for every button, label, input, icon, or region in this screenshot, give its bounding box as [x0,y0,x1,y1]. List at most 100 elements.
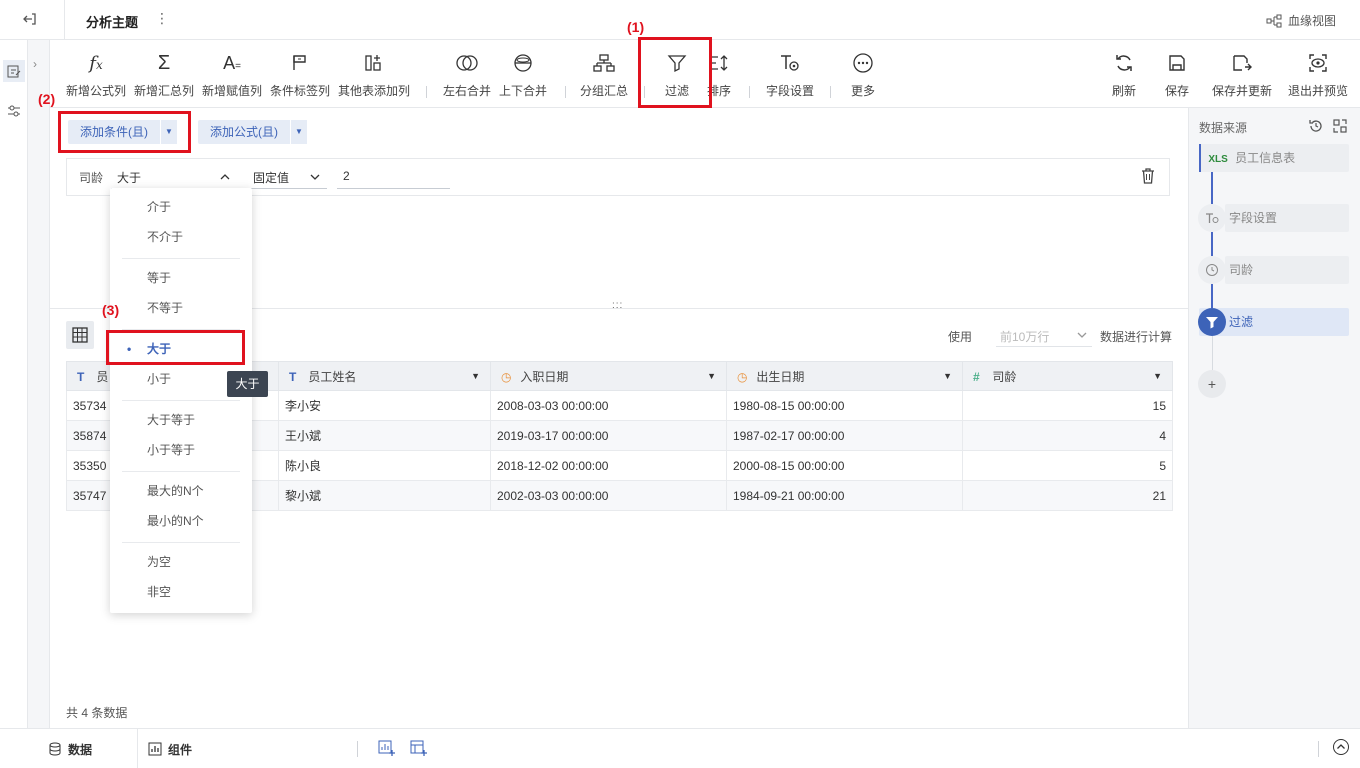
step-seniority[interactable]: 司龄 [1225,256,1349,284]
group-icon [591,50,617,76]
refresh-icon [1111,50,1137,76]
column-header[interactable]: ◷ 入职日期 ▼ [490,361,727,391]
table-cell[interactable]: 15 [962,390,1173,421]
option-not-equal[interactable]: 不等于 [110,293,252,323]
column-header[interactable]: # 司龄 ▼ [962,361,1173,391]
add-assign-column-button[interactable]: A= 新增赋值列 [202,50,262,99]
refresh-button[interactable]: 刷新 [1111,50,1137,99]
chevron-down-icon [1076,326,1088,344]
more-icon [850,50,876,76]
field-settings-button[interactable]: 字段设置 [766,50,814,99]
row-limit-select[interactable]: 前10万行 [996,323,1092,347]
annotation-box-1 [638,37,712,108]
option-between[interactable]: 介于 [110,192,252,222]
table-cell[interactable]: 王小斌 [278,420,491,451]
column-header[interactable]: ◷ 出生日期 ▼ [726,361,963,391]
date-type-icon: ◷ [737,369,748,384]
date-type-icon: ◷ [501,369,512,384]
flag-icon [287,50,313,76]
table-cell[interactable]: 1984-09-21 00:00:00 [726,480,963,511]
tooltip: 大于 [227,371,268,397]
step-source-table[interactable]: XLS 员工信息表 [1199,144,1349,172]
panel-title: 数据来源 [1199,121,1248,135]
table-cell[interactable]: 1980-08-15 00:00:00 [726,390,963,421]
merge-up-down-button[interactable]: 上下合并 [499,50,547,99]
option-not-empty[interactable]: 非空 [110,577,252,607]
annotation-label-3: (3) [102,302,120,318]
back-icon[interactable] [22,11,42,29]
option-top-n[interactable]: 最大的N个 [110,476,252,506]
column-menu-icon[interactable]: ▼ [943,371,952,381]
table-cell[interactable]: 李小安 [278,390,491,421]
table-cell[interactable]: 陈小良 [278,450,491,481]
save-update-icon [1229,50,1255,76]
collapse-strip: › [28,40,50,728]
merge-left-right-button[interactable]: 左右合并 [443,50,491,99]
table-cell[interactable]: 2008-03-03 00:00:00 [490,390,727,421]
settings-sliders-icon[interactable] [3,100,25,122]
exit-and-preview-button[interactable]: 退出并预览 [1288,50,1348,99]
save-button[interactable]: 保存 [1164,50,1190,99]
delete-condition-icon[interactable] [1141,168,1157,186]
lineage-view-button[interactable]: 血缘视图 [1266,12,1336,29]
chevron-right-icon[interactable]: › [33,57,37,71]
option-not-between[interactable]: 不介于 [110,222,252,252]
column-menu-icon[interactable]: ▼ [471,371,480,381]
chevron-up-circle-icon[interactable] [1332,738,1350,759]
table-cell[interactable]: 4 [962,420,1173,451]
option-is-empty[interactable]: 为空 [110,547,252,577]
value-input[interactable]: 2 [337,165,450,189]
column-header[interactable]: T 员工姓名 ▼ [278,361,491,391]
add-column-icon [361,50,387,76]
layout-switch-icon[interactable] [1332,118,1348,137]
add-summary-column-button[interactable]: Σ 新增汇总列 [134,50,194,99]
table-cell[interactable]: 黎小斌 [278,480,491,511]
table-cell[interactable]: 21 [962,480,1173,511]
condition-label-column-button[interactable]: 条件标签列 [270,50,330,99]
table-cell[interactable]: 2002-03-03 00:00:00 [490,480,727,511]
option-equal[interactable]: 等于 [110,263,252,293]
history-icon[interactable] [1308,118,1324,137]
exit-preview-icon [1305,50,1331,76]
table-cell[interactable]: 2000-08-15 00:00:00 [726,450,963,481]
option-greater-equal[interactable]: 大于等于 [110,405,252,435]
edit-data-icon[interactable] [3,60,25,82]
table-cell[interactable]: 1987-02-17 00:00:00 [726,420,963,451]
table-cell[interactable]: 2018-12-02 00:00:00 [490,450,727,481]
add-step-icon[interactable]: + [1198,370,1226,398]
tab-data[interactable]: 数据 [0,729,138,768]
lineage-label: 血缘视图 [1287,14,1336,28]
column-menu-icon[interactable]: ▼ [1153,371,1162,381]
column-menu-icon[interactable]: ▼ [707,371,716,381]
chevron-up-icon [219,167,231,186]
tab-component[interactable]: 组件 [148,729,192,768]
field-settings-step-icon [1198,204,1226,232]
add-formula-split-button: 添加公式(且) ▼ [198,120,307,144]
clock-step-icon [1198,256,1226,284]
step-field-settings[interactable]: 字段设置 [1225,204,1349,232]
page-title: 分析主题 [86,15,139,30]
table-view-button[interactable] [66,321,94,349]
annotation-box-3 [106,330,245,365]
value-type-select[interactable]: 固定值 [247,165,327,189]
operator-select[interactable]: 大于 [111,165,237,189]
add-formula-button[interactable]: 添加公式(且) [198,120,290,144]
save-icon [1164,50,1190,76]
add-formula-dropdown-icon[interactable]: ▼ [291,120,307,144]
add-dashboard-icon[interactable] [410,739,428,760]
fx-icon: fx [89,52,103,74]
more-vertical-icon[interactable]: ⋮ [155,10,169,27]
left-rail [0,40,28,728]
save-and-update-button[interactable]: 保存并更新 [1212,50,1272,99]
bottom-bar: 数据 组件 [0,728,1360,768]
option-bottom-n[interactable]: 最小的N个 [110,506,252,536]
more-button[interactable]: 更多 [850,50,876,99]
table-cell[interactable]: 5 [962,450,1173,481]
option-less-equal[interactable]: 小于等于 [110,435,252,465]
add-component-icon[interactable] [378,739,396,760]
group-summary-button[interactable]: 分组汇总 [580,50,628,99]
table-cell[interactable]: 2019-03-17 00:00:00 [490,420,727,451]
add-column-from-table-button[interactable]: 其他表添加列 [338,50,410,99]
add-formula-column-button[interactable]: fx 新增公式列 [66,50,126,99]
data-source-panel: 数据来源 XLS 员工信息表 字段设置 司龄 过滤 + [1188,108,1360,728]
